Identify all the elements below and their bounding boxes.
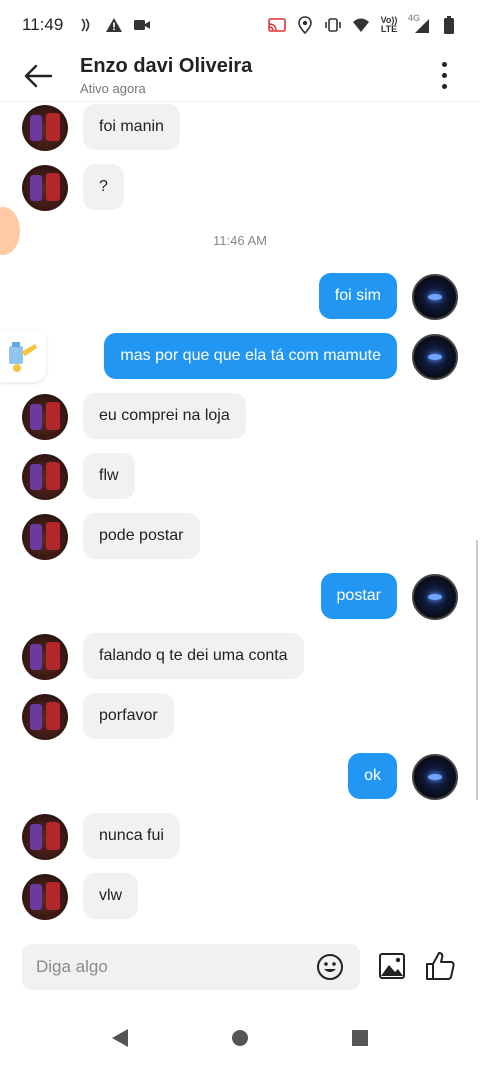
triangle-back-icon: [112, 1029, 128, 1047]
message-bubble-incoming[interactable]: falando q te dei uma conta: [83, 633, 304, 679]
message-row: postar: [0, 573, 480, 621]
composer-bar: [0, 942, 480, 992]
message-thread[interactable]: foi manin ? 11:46 AM foi sim mas por que…: [0, 103, 480, 940]
message-bubble-outgoing[interactable]: mas por que que ela tá com mamute: [104, 333, 397, 379]
message-row: vlw: [0, 873, 480, 921]
contact-avatar[interactable]: [22, 634, 68, 680]
user-avatar[interactable]: [412, 754, 458, 800]
more-options-button[interactable]: [432, 56, 456, 96]
wifi-icon: [352, 16, 370, 34]
message-row: ok: [0, 753, 480, 801]
message-bubble-incoming[interactable]: eu comprei na loja: [83, 393, 246, 439]
circle-home-icon: [232, 1030, 248, 1046]
location-icon: [296, 16, 314, 34]
contact-info[interactable]: Enzo davi Oliveira Ativo agora: [80, 55, 252, 96]
contact-name: Enzo davi Oliveira: [80, 55, 253, 77]
message-bubble-incoming[interactable]: foi manin: [83, 104, 180, 150]
contact-avatar[interactable]: [22, 814, 68, 860]
cleaner-tool-icon: [9, 342, 37, 372]
square-recents-icon: [352, 1030, 368, 1046]
status-bar: 11:49 Vo)) LTE 4G: [0, 0, 480, 50]
message-bubble-outgoing[interactable]: postar: [320, 573, 397, 619]
system-navigation-bar: [0, 1010, 480, 1066]
vibrate-icon: [324, 16, 342, 34]
message-bubble-incoming[interactable]: nunca fui: [83, 813, 180, 859]
time-separator: 11:46 AM: [213, 233, 267, 248]
nav-back-button[interactable]: [108, 1026, 132, 1050]
cast-icon: [268, 16, 286, 34]
lte-label: LTE: [380, 24, 398, 34]
message-input[interactable]: [36, 957, 306, 977]
contact-avatar[interactable]: [22, 105, 68, 151]
emoji-icon[interactable]: [316, 953, 344, 981]
message-bubble-incoming[interactable]: vlw: [83, 873, 139, 919]
message-row: foi manin: [0, 104, 480, 152]
message-row: falando q te dei uma conta: [0, 633, 480, 681]
contact-avatar[interactable]: [22, 454, 68, 500]
user-avatar[interactable]: [412, 334, 458, 380]
contact-avatar[interactable]: [22, 874, 68, 920]
user-avatar[interactable]: [412, 574, 458, 620]
contact-avatar[interactable]: [22, 514, 68, 560]
contact-avatar[interactable]: [22, 165, 68, 211]
message-row: foi sim: [0, 273, 480, 321]
signal-icon: 4G: [408, 14, 430, 34]
message-bubble-incoming[interactable]: porfavor: [83, 693, 174, 739]
message-row: ?: [0, 164, 480, 212]
back-button[interactable]: [18, 56, 58, 96]
back-arrow-icon: [24, 64, 53, 87]
video-camera-icon: [133, 16, 151, 34]
battery-icon: [440, 16, 458, 34]
status-time: 11:49: [22, 15, 64, 34]
message-bubble-incoming[interactable]: pode postar: [83, 513, 200, 559]
floating-tool-button[interactable]: [0, 330, 46, 382]
message-bubble-outgoing[interactable]: foi sim: [318, 273, 397, 319]
scrollbar[interactable]: [476, 540, 478, 800]
nav-home-button[interactable]: [228, 1026, 252, 1050]
message-bubble-incoming[interactable]: ?: [83, 164, 124, 210]
more-dot-icon: [441, 62, 447, 67]
nav-recents-button[interactable]: [348, 1026, 372, 1050]
message-bubble-outgoing[interactable]: ok: [348, 753, 397, 799]
user-avatar[interactable]: [412, 274, 458, 320]
conversation-header: Enzo davi Oliveira Ativo agora: [0, 50, 480, 102]
message-row: porfavor: [0, 693, 480, 741]
contact-avatar[interactable]: [22, 394, 68, 440]
message-row: nunca fui: [0, 813, 480, 861]
warning-icon: [105, 16, 123, 34]
thumbs-up-icon[interactable]: [424, 950, 456, 982]
more-dot-icon: [441, 73, 447, 78]
image-icon[interactable]: [378, 952, 406, 980]
volte-icon: Vo)) LTE: [380, 16, 398, 34]
message-row: mas por que que ela tá com mamute: [0, 333, 480, 381]
more-dot-icon: [441, 84, 447, 89]
message-row: flw: [0, 453, 480, 501]
message-row: eu comprei na loja: [0, 393, 480, 441]
message-row: pode postar: [0, 513, 480, 561]
message-bubble-incoming[interactable]: flw: [83, 453, 135, 499]
message-input-container[interactable]: [22, 944, 360, 990]
contact-avatar[interactable]: [22, 694, 68, 740]
contact-status: Ativo agora: [80, 81, 146, 96]
nfc-icon: [77, 16, 95, 34]
